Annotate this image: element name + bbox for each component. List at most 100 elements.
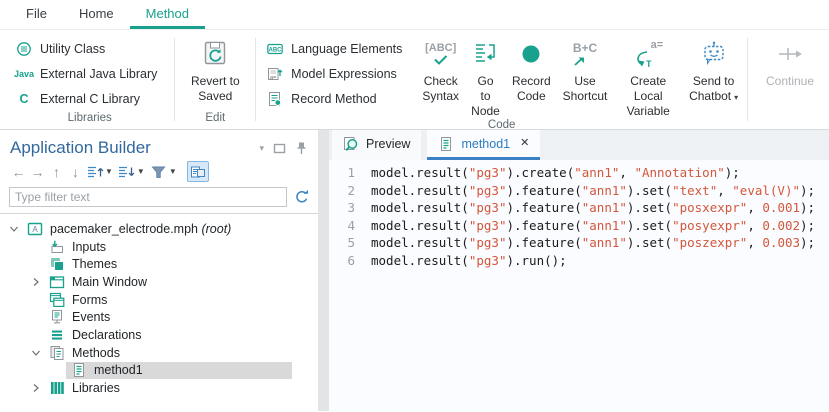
go-to-node-button[interactable]: Go to Node bbox=[467, 30, 504, 119]
code-text[interactable]: model.result("pg3").feature("ann1").set(… bbox=[371, 182, 815, 200]
panel-float-icon[interactable] bbox=[273, 142, 286, 155]
code-line: 6 model.result("pg3").run(); bbox=[329, 252, 829, 270]
forward-arrow-icon[interactable]: → bbox=[28, 164, 47, 180]
go-to-node-icon bbox=[473, 36, 499, 72]
expand-list-icon[interactable] bbox=[85, 164, 104, 180]
line-number: 4 bbox=[329, 217, 355, 235]
line-number: 2 bbox=[329, 182, 355, 200]
code-area[interactable]: 1 model.result("pg3").create("ann1", "Ann… bbox=[329, 160, 829, 411]
external-c-library-button[interactable]: CExternal C Library bbox=[8, 86, 171, 111]
utility-class-icon bbox=[16, 41, 32, 57]
ribbon-group-edit: Revert to Saved Edit bbox=[178, 30, 252, 129]
code-text[interactable]: model.result("pg3").feature("ann1").set(… bbox=[371, 199, 815, 217]
abc-box-icon: ABC bbox=[267, 41, 283, 57]
ribbon-group-label: Libraries bbox=[8, 112, 171, 129]
ribbon-group-code: ABCLanguage Elementsa=Model ExpressionsR… bbox=[259, 30, 744, 129]
ribbon-group-label: Edit bbox=[178, 112, 252, 129]
tree-item-inputs[interactable]: Inputs bbox=[0, 238, 318, 256]
model-expressions-button[interactable]: a=Model Expressions bbox=[259, 61, 416, 86]
check-syntax-button[interactable]: [ABC] Check Syntax bbox=[418, 30, 463, 104]
java-icon: Java bbox=[16, 66, 32, 82]
code-text[interactable]: model.result("pg3").feature("ann1").set(… bbox=[371, 234, 815, 252]
chevron-down-icon[interactable]: ▼ bbox=[137, 167, 145, 176]
editor-view-icon bbox=[190, 165, 206, 179]
app-root-icon: A bbox=[27, 221, 43, 237]
tree-item-main-window[interactable]: Main Window bbox=[0, 273, 318, 291]
code-line: 1 model.result("pg3").create("ann1", "Ann… bbox=[329, 164, 829, 182]
tree-item-methods[interactable]: Methods bbox=[0, 344, 318, 362]
record-code-button[interactable]: Record Code bbox=[508, 30, 555, 104]
tree-item-themes[interactable]: Themes bbox=[0, 255, 318, 273]
ribbon: Utility ClassJavaExternal Java LibraryCE… bbox=[0, 30, 829, 130]
panel-pin-icon[interactable] bbox=[295, 141, 308, 155]
editor-tab-preview[interactable]: Preview bbox=[332, 130, 421, 160]
refresh-icon[interactable] bbox=[294, 189, 310, 205]
code-text[interactable]: model.result("pg3").run(); bbox=[371, 252, 567, 270]
continue-button[interactable]: Continue bbox=[762, 30, 818, 89]
chevron-right-icon[interactable] bbox=[28, 277, 44, 287]
line-number: 1 bbox=[329, 164, 355, 182]
menu-tabs: FileHomeMethod bbox=[10, 0, 205, 29]
panel-collapse-icon[interactable]: ▾ bbox=[259, 143, 264, 154]
filter-icon[interactable] bbox=[149, 165, 168, 179]
use-shortcut-icon: B+C bbox=[573, 36, 597, 72]
forms-icon bbox=[49, 292, 65, 308]
declarations-icon bbox=[49, 327, 65, 343]
themes-icon bbox=[49, 256, 65, 272]
line-number: 6 bbox=[329, 252, 355, 270]
use-shortcut-button[interactable]: B+C Use Shortcut bbox=[559, 30, 612, 104]
code-text[interactable]: model.result("pg3").create("ann1", "Anno… bbox=[371, 164, 740, 182]
code-text[interactable]: model.result("pg3").feature("ann1").set(… bbox=[371, 217, 815, 235]
ribbon-separator bbox=[174, 38, 175, 121]
editor-tab-bar: Previewmethod1✕ bbox=[329, 130, 829, 160]
move-down-arrow-icon[interactable]: ↓ bbox=[66, 164, 85, 180]
back-arrow-icon[interactable]: ← bbox=[9, 164, 28, 180]
tree-item-forms[interactable]: Forms bbox=[0, 291, 318, 309]
tree-toolbar: ← → ↑ ↓ ▼ ▼ ▼ bbox=[0, 158, 318, 186]
code-line: 5 model.result("pg3").feature("ann1").set… bbox=[329, 234, 829, 252]
external-java-library-button[interactable]: JavaExternal Java Library bbox=[8, 61, 171, 86]
chevron-down-icon[interactable] bbox=[28, 348, 44, 358]
line-number: 5 bbox=[329, 234, 355, 252]
close-tab-icon[interactable]: ✕ bbox=[520, 138, 529, 149]
tree-item-libraries[interactable]: Libraries bbox=[0, 379, 318, 397]
utility-class-button[interactable]: Utility Class bbox=[8, 36, 171, 61]
create-local-variable-button[interactable]: a=T Create Local Variable bbox=[615, 30, 681, 119]
revert-to-saved-button[interactable]: Revert to Saved bbox=[182, 30, 248, 104]
create-local-variable-icon: a=T bbox=[633, 36, 663, 72]
libraries-icon bbox=[49, 380, 65, 396]
editor-tab-method1[interactable]: method1✕ bbox=[427, 130, 540, 160]
language-elements-button[interactable]: ABCLanguage Elements bbox=[259, 36, 416, 61]
tree-item-pacemaker-electrode-mph[interactable]: Apacemaker_electrode.mph (root) bbox=[0, 220, 318, 238]
c-icon: C bbox=[16, 91, 32, 107]
chevron-down-icon[interactable] bbox=[6, 224, 22, 234]
send-to-chatbot-button[interactable]: Send to Chatbot▾ bbox=[685, 30, 742, 104]
menu-tab-method[interactable]: Method bbox=[130, 0, 205, 29]
methods-icon bbox=[49, 345, 65, 361]
ribbon-separator bbox=[747, 38, 748, 121]
method-editor: Previewmethod1✕ 1 model.result("pg3").cre… bbox=[329, 130, 829, 411]
record-method-button[interactable]: Record Method bbox=[259, 86, 416, 111]
collapse-list-icon[interactable] bbox=[117, 164, 136, 180]
menu-tab-home[interactable]: Home bbox=[63, 0, 130, 29]
svg-text:ABC: ABC bbox=[269, 47, 283, 53]
tree-item-declarations[interactable]: Declarations bbox=[0, 326, 318, 344]
tree-item-method1[interactable]: method1 bbox=[0, 362, 318, 380]
record-method-icon bbox=[267, 91, 283, 107]
panel-resize-sash[interactable] bbox=[318, 130, 329, 411]
move-up-arrow-icon[interactable]: ↑ bbox=[47, 164, 66, 180]
chevron-right-icon[interactable] bbox=[28, 383, 44, 393]
svg-text:T: T bbox=[646, 59, 652, 69]
events-icon bbox=[49, 309, 65, 325]
chevron-down-icon[interactable]: ▼ bbox=[105, 167, 113, 176]
main-area: Application Builder ▾ ← → ↑ ↓ ▼ ▼ ▼ Apac… bbox=[0, 130, 829, 411]
tree-item-events[interactable]: Events bbox=[0, 308, 318, 326]
chevron-down-icon[interactable]: ▼ bbox=[169, 167, 177, 176]
method-doc-icon bbox=[438, 136, 454, 152]
panel-title: Application Builder bbox=[10, 138, 250, 158]
filter-input[interactable] bbox=[9, 187, 287, 207]
menu-tab-file[interactable]: File bbox=[10, 0, 63, 29]
show-in-editor-toggle[interactable] bbox=[187, 161, 209, 182]
line-number: 3 bbox=[329, 199, 355, 217]
main-window-icon bbox=[49, 274, 65, 290]
